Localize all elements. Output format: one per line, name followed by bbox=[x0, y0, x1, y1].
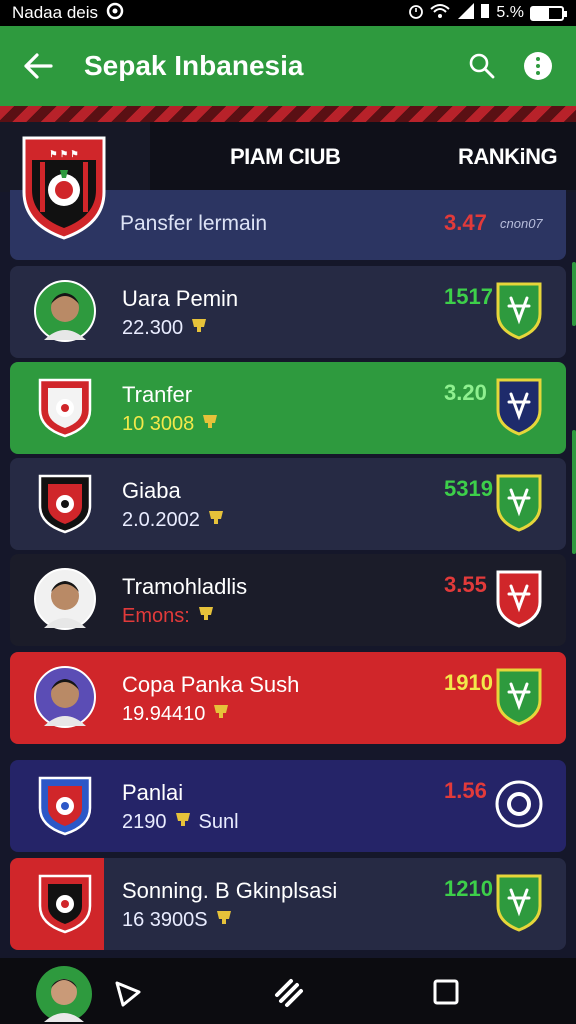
trophy-icon bbox=[200, 412, 220, 436]
list-item[interactable]: Tramohladlis Emons: 3.55 bbox=[10, 554, 566, 646]
item-subtitle-value: 16 3900S bbox=[122, 908, 208, 931]
item-score: 5319 bbox=[444, 476, 493, 501]
item-name: Tramohladlis bbox=[122, 574, 248, 599]
list-item[interactable]: Copa Panka Sush 19.94410 1910 bbox=[10, 652, 566, 744]
list-item[interactable]: Uara Pemin 22.300 1517 bbox=[10, 266, 566, 358]
home-icon[interactable] bbox=[268, 972, 308, 1012]
player-avatar bbox=[34, 568, 96, 630]
signal-icon bbox=[456, 2, 475, 24]
club-badge-icon bbox=[494, 280, 544, 340]
item-subtitle-value: 22.300 bbox=[122, 316, 184, 339]
header-pattern-strip bbox=[0, 106, 576, 122]
item-name: Panlai bbox=[122, 780, 184, 805]
item-score: 1210 bbox=[444, 876, 493, 901]
arrow-left-icon[interactable] bbox=[18, 46, 58, 86]
scroll-indicator-2[interactable] bbox=[572, 430, 576, 554]
club-crest-icon bbox=[34, 472, 96, 534]
summary-small-text: cnon07 bbox=[500, 216, 543, 231]
item-subtitle-value: 2190 bbox=[122, 810, 167, 833]
club-crest-icon bbox=[34, 376, 96, 438]
scroll-indicator[interactable] bbox=[572, 262, 576, 326]
item-name: Tranfer bbox=[122, 382, 193, 407]
item-subtitle: 2190 Sunl bbox=[122, 810, 239, 834]
item-subtitle: 16 3900S bbox=[122, 908, 234, 932]
item-name: Sonning. B Gkinplsasi bbox=[122, 878, 338, 903]
status-bar: Nadaa deis 5.% bbox=[0, 0, 576, 26]
club-crest-logo: ⚑ ⚑ ⚑ bbox=[18, 132, 110, 242]
trophy-icon bbox=[211, 702, 231, 726]
trophy-icon bbox=[173, 810, 193, 834]
item-score: 1910 bbox=[444, 670, 493, 695]
list-item[interactable]: Tranfer 10 3008 3.20 bbox=[10, 362, 566, 454]
list-item[interactable]: Sonning. B Gkinplsasi 16 3900S 1210 bbox=[10, 858, 566, 950]
item-subtitle-value: 2.0.2002 bbox=[122, 508, 200, 531]
battery-percent: 5.% bbox=[496, 4, 524, 21]
item-subtitle-value: 19.94410 bbox=[122, 702, 206, 725]
trophy-icon bbox=[206, 508, 226, 532]
club-badge-icon bbox=[494, 472, 544, 532]
summary-score: 3.47 bbox=[444, 210, 487, 235]
tab-ranking[interactable]: RANKiNG bbox=[458, 144, 558, 170]
item-score: 3.20 bbox=[444, 380, 487, 405]
item-subtitle: 19.94410 bbox=[122, 702, 231, 726]
more-vertical-icon[interactable] bbox=[518, 46, 558, 86]
item-name: Giaba bbox=[122, 478, 181, 503]
svg-text:⚑ ⚑ ⚑: ⚑ ⚑ ⚑ bbox=[49, 149, 78, 159]
search-icon[interactable] bbox=[462, 46, 502, 86]
wifi-icon bbox=[430, 3, 451, 24]
summary-label: Pansfer lermain bbox=[120, 212, 268, 235]
club-badge-icon bbox=[494, 568, 544, 628]
item-subtitle: 22.300 bbox=[122, 316, 209, 340]
item-subtitle: 10 3008 bbox=[122, 412, 220, 436]
club-crest-icon bbox=[34, 774, 96, 836]
status-left-text: Nadaa deis bbox=[12, 3, 99, 22]
item-score: 1.56 bbox=[444, 778, 487, 803]
system-nav-bar bbox=[0, 958, 576, 1024]
player-avatar bbox=[34, 666, 96, 728]
item-subtitle-value: 10 3008 bbox=[122, 412, 195, 435]
item-name: Uara Pemin bbox=[122, 286, 239, 311]
item-subtitle-value: Emons: bbox=[122, 604, 190, 627]
item-score: 1517 bbox=[444, 284, 493, 309]
list-item[interactable]: Giaba 2.0.2002 5319 bbox=[10, 458, 566, 550]
item-subtitle-extra: Sunl bbox=[198, 810, 239, 833]
item-subtitle: 2.0.2002 bbox=[122, 508, 226, 532]
square-recent-icon[interactable] bbox=[426, 972, 466, 1012]
club-badge-icon bbox=[494, 376, 544, 436]
tab-panel: PIAM CIUB RANKiNG bbox=[150, 122, 576, 190]
sim-icon bbox=[480, 3, 490, 24]
page-title: Sepak Inbanesia bbox=[84, 50, 304, 81]
list-item[interactable]: Panlai 2190 Sunl 1.56 bbox=[10, 760, 566, 852]
target-icon bbox=[494, 774, 544, 834]
club-badge-icon bbox=[494, 872, 544, 932]
club-badge-icon bbox=[494, 666, 544, 726]
item-score: 3.55 bbox=[444, 572, 487, 597]
tab-club[interactable]: PIAM CIUB bbox=[230, 144, 341, 170]
user-avatar[interactable] bbox=[36, 966, 92, 1022]
triangle-back-icon[interactable] bbox=[108, 972, 148, 1012]
notification-icon bbox=[106, 2, 124, 25]
trophy-icon bbox=[214, 908, 234, 932]
battery-icon bbox=[530, 5, 567, 21]
item-name: Copa Panka Sush bbox=[122, 672, 300, 697]
trophy-icon bbox=[189, 316, 209, 340]
trophy-icon bbox=[196, 604, 216, 628]
alarm-icon bbox=[408, 3, 424, 24]
club-crest-icon bbox=[34, 872, 96, 934]
player-avatar bbox=[34, 280, 96, 342]
app-bar: Sepak Inbanesia bbox=[0, 26, 576, 106]
item-subtitle: Emons: bbox=[122, 604, 216, 628]
